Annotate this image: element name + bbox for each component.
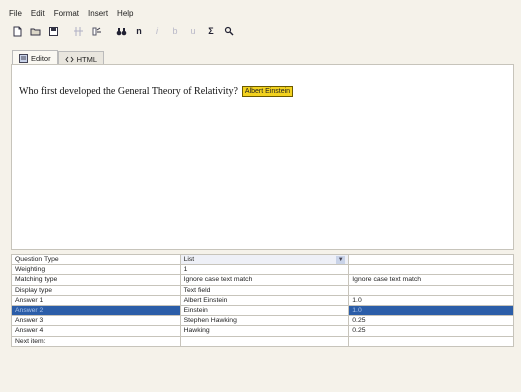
n-format-icon[interactable]: n: [132, 25, 146, 38]
answer-score-cell[interactable]: 0.25: [348, 315, 514, 327]
table-row-selected[interactable]: Answer 2 Einstein 1.0: [11, 304, 514, 317]
question-editor[interactable]: Who first developed the General Theory o…: [11, 64, 514, 250]
cut-icon[interactable]: [71, 25, 85, 38]
italic-icon[interactable]: i: [150, 25, 164, 38]
answer-text-cell[interactable]: Hawking: [179, 325, 350, 337]
question-type-value: List: [183, 256, 195, 264]
new-document-icon[interactable]: [10, 25, 24, 38]
sigma-icon[interactable]: Σ: [204, 25, 218, 38]
editor-icon: [19, 54, 28, 63]
answer-text-edit-cell[interactable]: Einstein: [179, 304, 350, 317]
save-icon[interactable]: [46, 25, 60, 38]
question-line: Who first developed the General Theory o…: [19, 86, 294, 97]
answer-text-cell[interactable]: Stephen Hawking: [179, 315, 350, 327]
table-row[interactable]: Question Type List ▼: [11, 253, 514, 266]
property-extra-cell[interactable]: [348, 253, 514, 266]
next-item-cell[interactable]: [179, 335, 350, 347]
table-row[interactable]: Answer 3 Stephen Hawking 0.25: [11, 315, 514, 327]
property-extra-cell[interactable]: Ignore case text match: [348, 274, 514, 286]
property-name-cell: Next item:: [11, 335, 181, 347]
property-name-cell: Question Type: [11, 253, 181, 266]
tab-html-label: HTML: [76, 54, 98, 64]
menu-edit[interactable]: Edit: [31, 9, 45, 18]
underline-icon[interactable]: u: [186, 25, 200, 38]
property-name-cell: Answer 1: [11, 294, 181, 306]
find-binoculars-icon[interactable]: [114, 25, 128, 38]
menu-insert[interactable]: Insert: [88, 9, 108, 18]
question-type-dropdown[interactable]: List ▼: [181, 255, 348, 264]
table-row[interactable]: Answer 1 Albert Einstein 1.0: [11, 294, 514, 306]
table-row[interactable]: Weighting 1: [11, 264, 514, 276]
question-properties-table: Question Type List ▼ Weighting 1 Matchin…: [11, 253, 514, 347]
chevron-down-icon[interactable]: ▼: [336, 255, 346, 264]
table-row[interactable]: Display type Text field: [11, 284, 514, 296]
answer-text-cell[interactable]: Albert Einstein: [179, 294, 350, 306]
paste-icon[interactable]: [89, 25, 103, 38]
property-value-cell[interactable]: Ignore case text match: [179, 274, 350, 286]
table-row[interactable]: Answer 4 Hawking 0.25: [11, 325, 514, 337]
property-name-cell: Answer 3: [11, 315, 181, 327]
property-extra-cell[interactable]: [348, 264, 514, 276]
property-extra-cell[interactable]: [348, 284, 514, 296]
menu-format[interactable]: Format: [54, 9, 79, 18]
property-name-cell: Answer 4: [11, 325, 181, 337]
property-name-cell: Weighting: [11, 264, 181, 276]
answer-score-cell[interactable]: 1.0: [348, 294, 514, 306]
property-name-cell: Matching type: [11, 274, 181, 286]
table-row[interactable]: Matching type Ignore case text match Ign…: [11, 274, 514, 286]
answer-score-cell[interactable]: 0.25: [348, 325, 514, 337]
tab-editor-label: Editor: [31, 54, 51, 63]
answer-field-box[interactable]: Albert Einstein: [241, 86, 294, 97]
menu-file[interactable]: File: [9, 9, 22, 18]
property-value-cell[interactable]: 1: [179, 264, 350, 276]
property-name-cell: Display type: [11, 284, 181, 296]
open-folder-icon[interactable]: [28, 25, 42, 38]
next-item-extra-cell[interactable]: [348, 335, 514, 347]
menu-help[interactable]: Help: [117, 9, 133, 18]
toolbar: n i b u Σ: [10, 24, 236, 38]
property-name-cell: Answer 2: [11, 304, 181, 317]
answer-score-cell[interactable]: 1.0: [348, 304, 514, 317]
html-icon: [64, 55, 74, 64]
link-icon[interactable]: [222, 25, 236, 38]
question-text[interactable]: Who first developed the General Theory o…: [19, 86, 238, 97]
bold-icon[interactable]: b: [168, 25, 182, 38]
property-value-cell[interactable]: List ▼: [179, 253, 350, 266]
menu-bar: File Edit Format Insert Help: [9, 6, 134, 20]
property-value-cell[interactable]: Text field: [179, 284, 350, 296]
table-row[interactable]: Next item:: [11, 335, 514, 347]
